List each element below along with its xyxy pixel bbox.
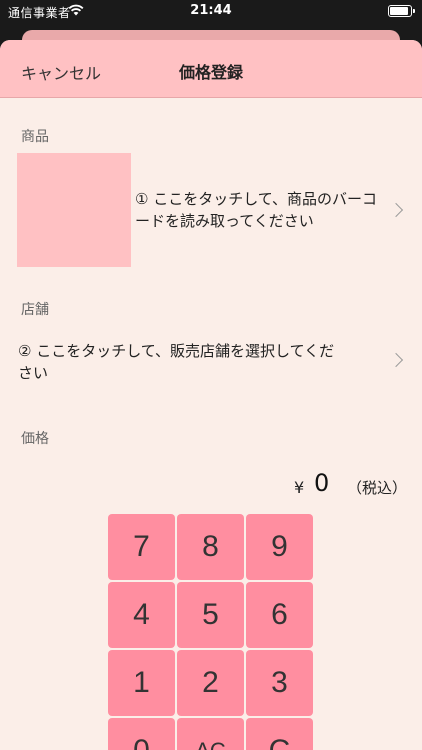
price-section-label: 価格: [21, 431, 49, 447]
product-image-placeholder: [17, 153, 131, 267]
key-0[interactable]: 0: [108, 718, 175, 750]
currency-symbol: ¥: [294, 478, 305, 497]
key-2[interactable]: 2: [177, 650, 244, 716]
navigation-bar: キャンセル 価格登録: [0, 40, 422, 98]
battery-icon: [388, 5, 415, 17]
chevron-right-icon: [388, 352, 404, 368]
status-time: 21:44: [190, 3, 232, 18]
key-5[interactable]: 5: [177, 582, 244, 648]
chevron-right-icon: [388, 202, 404, 218]
page-title: 価格登録: [178, 63, 243, 82]
key-3[interactable]: 3: [246, 650, 313, 716]
key-7[interactable]: 7: [108, 514, 175, 580]
price-display: ¥ 0 （税込）: [0, 466, 422, 502]
product-scan-row[interactable]: ① ここをタッチして、商品のバーコードを読み取ってください: [0, 152, 422, 268]
store-instruction: ② ここをタッチして、販売店舗を選択してください: [18, 342, 335, 382]
tax-included-note: （税込）: [347, 479, 408, 497]
status-bar: 通信事業者 21:44: [0, 0, 422, 24]
product-section-label: 商品: [21, 129, 49, 145]
key-all-clear[interactable]: AC: [177, 718, 244, 750]
key-8[interactable]: 8: [177, 514, 244, 580]
store-section-label: 店舗: [21, 302, 49, 318]
store-select-row[interactable]: ② ここをタッチして、販売店舗を選択してください: [0, 336, 422, 386]
key-clear[interactable]: C: [246, 718, 313, 750]
product-instruction: ① ここをタッチして、商品のバーコードを読み取ってください: [135, 190, 378, 230]
price-register-sheet: キャンセル 価格登録 商品 ① ここをタッチして、商品のバーコードを読み取ってく…: [0, 40, 422, 750]
key-1[interactable]: 1: [108, 650, 175, 716]
key-9[interactable]: 9: [246, 514, 313, 580]
price-value: 0: [314, 469, 330, 497]
key-6[interactable]: 6: [246, 582, 313, 648]
key-4[interactable]: 4: [108, 582, 175, 648]
